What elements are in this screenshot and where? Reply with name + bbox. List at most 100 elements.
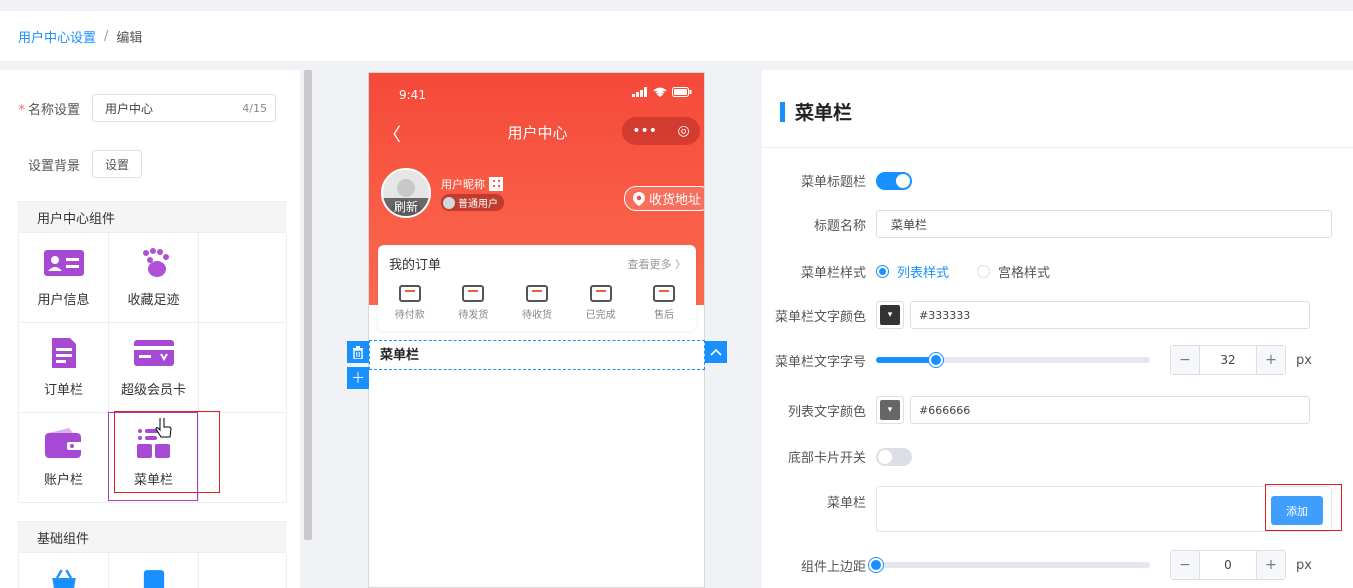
wallet-icon	[44, 428, 83, 458]
my-orders-title: 我的订单	[389, 258, 442, 273]
left-panel-scrollbar[interactable]	[304, 70, 312, 540]
menu-title-switch[interactable]	[876, 171, 912, 190]
component-label: 收藏足迹	[127, 293, 180, 308]
footprint-icon	[142, 248, 169, 277]
hand-cursor-icon	[155, 418, 172, 438]
background-label: 设置背景	[27, 158, 80, 174]
empty-cell	[199, 553, 287, 588]
close-target-icon[interactable]: ◎	[678, 123, 690, 139]
font-size-value[interactable]: 32	[1199, 346, 1257, 374]
avatar[interactable]: 刷新	[381, 168, 431, 218]
name-input-value: 用户中心	[105, 101, 154, 116]
order-status-list: 待付款 待发货 待收货 已完成 售后	[378, 285, 696, 321]
title-name-input[interactable]: 菜单栏	[876, 210, 1332, 238]
component-label: 账户栏	[43, 473, 83, 488]
order-item-label: 已完成	[585, 310, 616, 321]
component-account-bar[interactable]: 账户栏	[19, 413, 109, 503]
title-switch-row: 菜单标题栏	[762, 171, 912, 190]
order-pending-receipt[interactable]: 待收货	[512, 285, 562, 321]
component-label: 订单栏	[43, 383, 83, 398]
order-item-label: 售后	[654, 310, 675, 321]
my-orders-card: 我的订单 查看更多 〉 待付款 待发货 待收货 已完成 售后	[378, 245, 696, 331]
top-strip	[0, 0, 1353, 11]
text-color-picker[interactable]: ▾	[876, 301, 904, 329]
radio-label: 宫格样式	[998, 266, 1051, 281]
chevron-down-icon: ▾	[880, 400, 900, 420]
order-completed[interactable]: 已完成	[576, 285, 626, 321]
id-card-icon	[43, 250, 84, 276]
name-setting-row: * 名称设置 用户中心 4/15	[0, 94, 276, 122]
view-more-link[interactable]: 查看更多 〉	[628, 256, 687, 272]
address-label: 收货地址	[648, 193, 701, 208]
component-favorites-footprint[interactable]: 收藏足迹	[109, 233, 199, 323]
basic-components-group-title: 基础组件	[18, 521, 286, 553]
font-size-stepper: − 32 +	[1170, 345, 1286, 375]
add-component-icon[interactable]: ＋	[347, 367, 369, 389]
qr-code-icon[interactable]	[489, 177, 503, 191]
order-list-icon	[51, 338, 76, 368]
name-char-count: 4/15	[242, 101, 267, 115]
add-menu-item-button[interactable]: 添加	[1271, 496, 1323, 525]
menu-style-row: 菜单栏样式 列表样式 宫格样式	[762, 262, 1078, 281]
top-margin-slider[interactable]	[869, 558, 1150, 572]
move-up-icon[interactable]	[705, 341, 727, 363]
address-button[interactable]: 收货地址	[623, 186, 704, 211]
refresh-label[interactable]: 刷新	[383, 198, 429, 216]
title-switch-label: 菜单标题栏	[800, 175, 866, 190]
mini-program-capsule[interactable]: ••• ◎	[622, 117, 700, 145]
component-user-info[interactable]: 用户信息	[19, 233, 109, 323]
name-input[interactable]: 用户中心 4/15	[92, 94, 276, 122]
settings-title-text: 菜单栏	[795, 102, 853, 124]
breadcrumb: 用户中心设置 / 编辑	[0, 11, 1353, 61]
decrement-button[interactable]: −	[1171, 551, 1199, 579]
clipboard-icon	[589, 285, 612, 302]
decrement-button[interactable]: −	[1171, 346, 1199, 374]
status-icons	[632, 87, 692, 97]
top-margin-label: 组件上边距	[800, 559, 866, 575]
list-color-row: 列表文字颜色 ▾ #666666	[762, 396, 1310, 424]
list-color-picker[interactable]: ▾	[876, 396, 904, 424]
title-accent-bar	[780, 101, 785, 122]
chevron-down-icon: ▾	[880, 305, 900, 325]
slider-thumb[interactable]	[869, 558, 883, 572]
order-after-sales[interactable]: 售后	[639, 285, 689, 321]
style-grid-radio[interactable]: 宫格样式	[977, 262, 1050, 281]
more-icon[interactable]: •••	[632, 123, 657, 139]
component-basic-2[interactable]	[109, 553, 199, 588]
list-color-input[interactable]: #666666	[910, 396, 1310, 424]
text-color-label: 菜单栏文字颜色	[774, 309, 866, 325]
style-list-radio[interactable]: 列表样式	[876, 262, 949, 281]
component-order-bar[interactable]: 订单栏	[19, 323, 109, 413]
increment-button[interactable]: +	[1257, 346, 1285, 374]
menu-items-row: 菜单栏 添加	[762, 486, 1332, 532]
delete-component-icon[interactable]	[347, 341, 369, 363]
nickname-row: 用户昵称	[441, 176, 503, 192]
status-time: 9:41	[399, 88, 426, 102]
component-label: 菜单栏	[133, 473, 173, 488]
breadcrumb-parent-link[interactable]: 用户中心设置	[18, 27, 96, 46]
component-label: 用户信息	[37, 293, 90, 308]
increment-button[interactable]: +	[1257, 551, 1285, 579]
font-size-row: 菜单栏文字字号 − 32 + px	[762, 345, 1312, 375]
bottom-card-label: 底部卡片开关	[787, 451, 866, 466]
component-menu-bar[interactable]: 菜单栏	[109, 413, 199, 503]
unit-label: px	[1296, 352, 1312, 368]
top-margin-value[interactable]: 0	[1199, 551, 1257, 579]
menu-bar-preview-block[interactable]: 菜单栏	[369, 340, 705, 370]
font-size-slider[interactable]	[876, 353, 1150, 367]
order-item-label: 待收货	[521, 310, 552, 321]
background-set-button[interactable]: 设置	[92, 150, 143, 178]
level-icon	[443, 196, 455, 209]
slider-thumb[interactable]	[929, 353, 944, 367]
bottom-card-switch[interactable]	[876, 447, 912, 466]
order-pending-payment[interactable]: 待付款	[385, 285, 435, 321]
settings-panel: 菜单栏 菜单标题栏 标题名称 菜单栏 菜单栏样式 列表样式 宫格样式 菜单栏文字…	[762, 70, 1353, 588]
order-pending-shipment[interactable]: 待发货	[448, 285, 498, 321]
basic-components-grid	[18, 553, 287, 588]
wallet-icon	[398, 285, 421, 302]
component-member-card[interactable]: 超级会员卡	[109, 323, 199, 413]
component-basic-1[interactable]	[19, 553, 109, 588]
text-color-input[interactable]: #333333	[910, 301, 1310, 329]
cube-icon	[143, 570, 164, 588]
background-setting-row: 设置背景 设置	[0, 150, 143, 178]
